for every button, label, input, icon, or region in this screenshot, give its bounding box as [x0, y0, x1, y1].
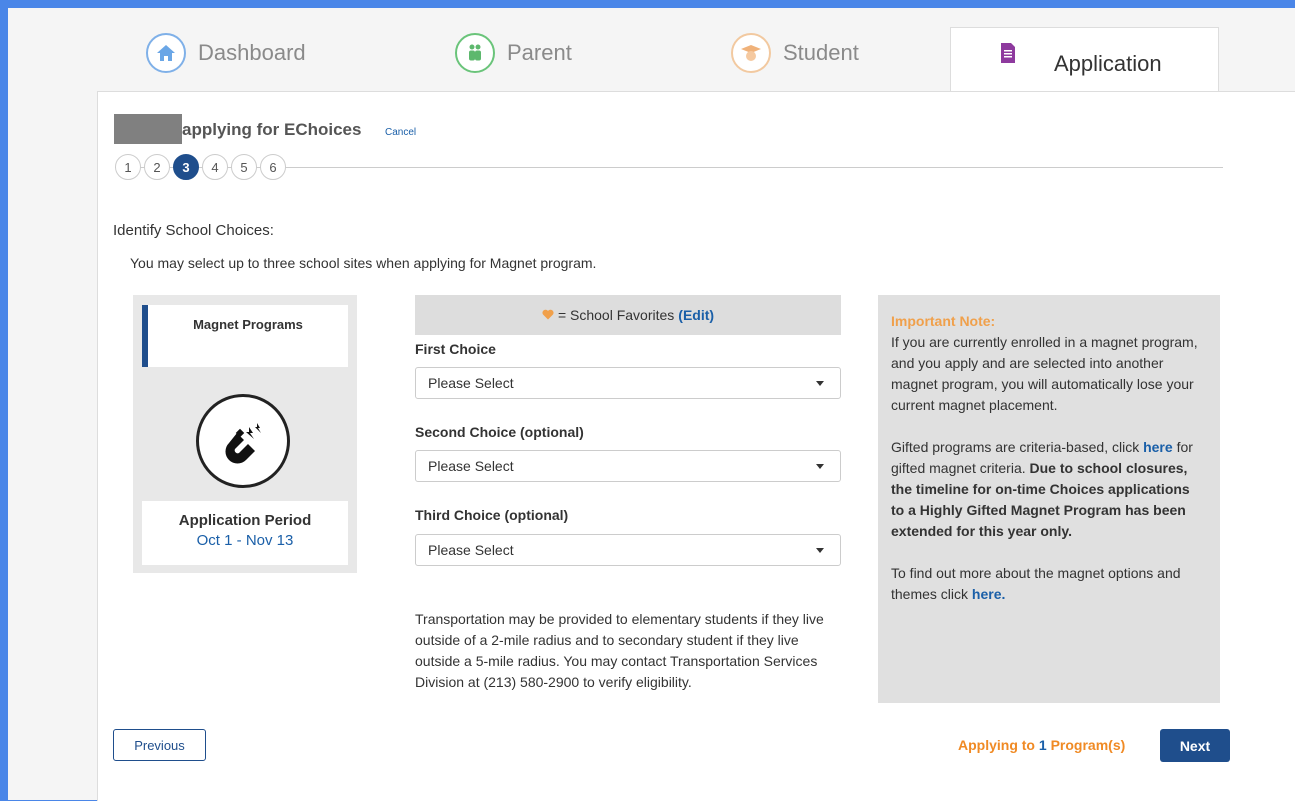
first-choice-select[interactable]: Please Select	[415, 367, 841, 399]
chevron-down-icon	[816, 381, 824, 386]
second-choice-label: Second Choice (optional)	[415, 424, 584, 440]
first-choice-value: Please Select	[428, 375, 514, 391]
note-para-3: To find out more about the magnet option…	[891, 565, 1181, 602]
tab-student[interactable]: Student	[731, 8, 859, 98]
tab-dashboard-label: Dashboard	[198, 40, 306, 65]
third-choice-value: Please Select	[428, 542, 514, 558]
app-frame: Dashboard Parent Student Application app…	[8, 8, 1295, 801]
school-choices: = School Favorites (Edit) First Choice P…	[415, 295, 841, 690]
favorites-bar: = School Favorites (Edit)	[415, 295, 841, 335]
step-6[interactable]: 6	[260, 154, 286, 180]
applying-count: Applying to 1 Program(s)	[958, 737, 1126, 753]
section-subtext: You may select up to three school sites …	[130, 255, 597, 271]
heart-icon	[542, 307, 554, 323]
gifted-criteria-link[interactable]: here	[1143, 439, 1173, 455]
home-icon	[146, 33, 186, 73]
period-value: Oct 1 - Nov 13	[196, 532, 294, 549]
step-indicator: 1 2 3 4 5 6	[115, 154, 1223, 182]
magnet-options-link[interactable]: here.	[972, 586, 1005, 602]
cancel-link[interactable]: Cancel	[385, 127, 416, 138]
period-label: Application Period	[178, 512, 312, 529]
program-card-header: Magnet Programs	[142, 305, 348, 367]
student-icon	[731, 33, 771, 73]
note-para-1: If you are currently enrolled in a magne…	[891, 334, 1198, 413]
tab-application-label: Application	[1054, 50, 1162, 76]
second-choice-value: Please Select	[428, 458, 514, 474]
document-icon	[998, 42, 1042, 86]
section-heading: Identify School Choices:	[113, 222, 274, 239]
parent-icon	[455, 33, 495, 73]
note-heading: Important Note:	[891, 313, 996, 329]
application-period: Application Period Oct 1 - Nov 13	[142, 501, 348, 565]
tab-student-label: Student	[783, 40, 859, 65]
tab-parent-label: Parent	[507, 40, 572, 65]
third-choice-label: Third Choice (optional)	[415, 507, 569, 523]
note-para-2: Gifted programs are criteria-based, clic…	[891, 439, 1193, 539]
tab-parent[interactable]: Parent	[455, 8, 572, 98]
application-panel: applying for EChoices Cancel 1 2 3 4 5 6…	[97, 91, 1295, 801]
page-title: applying for EChoices	[182, 120, 362, 139]
important-note: Important Note: If you are currently enr…	[878, 295, 1220, 703]
magnet-icon	[196, 394, 290, 488]
redacted-name	[114, 114, 182, 144]
step-3[interactable]: 3	[173, 154, 199, 180]
step-5[interactable]: 5	[231, 154, 257, 180]
first-choice-label: First Choice	[415, 341, 496, 357]
program-card: Magnet Programs Application Period Oct 1…	[133, 295, 357, 573]
tab-application[interactable]: Application	[950, 27, 1219, 99]
chevron-down-icon	[816, 548, 824, 553]
step-2[interactable]: 2	[144, 154, 170, 180]
second-choice-select[interactable]: Please Select	[415, 450, 841, 482]
favorites-text: = School Favorites	[557, 307, 675, 323]
previous-button[interactable]: Previous	[113, 729, 206, 761]
third-choice-select[interactable]: Please Select	[415, 534, 841, 566]
transportation-info: Transportation may be provided to elemen…	[415, 611, 824, 690]
next-button[interactable]: Next	[1160, 729, 1230, 762]
chevron-down-icon	[816, 464, 824, 469]
step-4[interactable]: 4	[202, 154, 228, 180]
program-card-title: Magnet Programs	[193, 317, 303, 332]
tab-dashboard[interactable]: Dashboard	[146, 8, 306, 98]
step-1[interactable]: 1	[115, 154, 141, 180]
edit-favorites-link[interactable]: (Edit)	[678, 307, 714, 323]
